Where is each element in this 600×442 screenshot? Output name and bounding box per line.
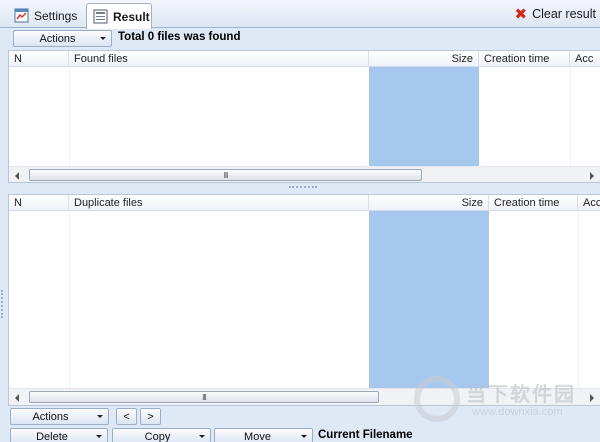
scrollbar-grip: III	[223, 170, 229, 180]
watermark: 当下软件园 www.downxia.com	[414, 374, 600, 428]
horizontal-scrollbar[interactable]: III	[9, 166, 600, 182]
close-icon: ✖	[514, 5, 528, 23]
scrollbar-thumb[interactable]: III	[29, 169, 422, 181]
clear-result-button[interactable]: ✖ Clear result	[515, 5, 597, 23]
chevron-down-icon	[96, 435, 102, 438]
scrollbar-thumb[interactable]: III	[29, 391, 379, 403]
column-header-duplicate-files[interactable]: Duplicate files	[69, 195, 369, 211]
scroll-left-icon[interactable]	[15, 172, 19, 180]
found-grid-header: N Found files Size Creation time Acc	[9, 51, 600, 67]
prev-label: <	[123, 410, 130, 423]
actions-dropdown-bottom[interactable]: Actions	[10, 408, 109, 425]
column-header-acc[interactable]: Acc	[578, 195, 600, 211]
move-label: Move	[244, 430, 271, 442]
column-header-acc[interactable]: Acc	[570, 51, 600, 67]
duplicate-grid-header: N Duplicate files Size Creation time Acc	[9, 195, 600, 211]
prev-button[interactable]: <	[116, 408, 137, 425]
found-status-text: Total 0 files was found	[118, 31, 241, 43]
column-header-found-files[interactable]: Found files	[69, 51, 369, 67]
watermark-cn-text: 当下软件园	[466, 384, 576, 406]
column-header-size[interactable]: Size	[369, 51, 479, 67]
column-header-n[interactable]: N	[9, 195, 69, 211]
column-header-n[interactable]: N	[9, 51, 69, 67]
found-files-grid: N Found files Size Creation time Acc III	[8, 50, 600, 183]
next-button[interactable]: >	[140, 408, 161, 425]
column-header-creation-time[interactable]: Creation time	[489, 195, 578, 211]
settings-icon	[14, 8, 29, 23]
side-splitter[interactable]	[1, 290, 3, 318]
column-header-creation-time[interactable]: Creation time	[479, 51, 570, 67]
scroll-left-icon[interactable]	[15, 394, 19, 402]
size-column-highlight	[369, 211, 489, 389]
result-icon	[93, 9, 108, 24]
chevron-down-icon	[301, 435, 307, 438]
tab-result-label: Result	[113, 9, 150, 24]
tab-bar: Settings Result ✖ Clear result	[0, 0, 600, 29]
actions-dropdown-top[interactable]: Actions	[13, 30, 112, 47]
actions-label: Actions	[32, 410, 69, 423]
scroll-right-icon[interactable]	[590, 172, 594, 180]
watermark-url-text: www.downxia.com	[472, 406, 563, 418]
tab-settings[interactable]: Settings	[8, 3, 84, 28]
move-dropdown[interactable]: Move	[214, 428, 313, 442]
size-column-highlight	[369, 67, 479, 167]
actions-label: Actions	[39, 32, 76, 45]
scrollbar-grip: III	[202, 392, 207, 402]
delete-dropdown[interactable]: Delete	[10, 428, 108, 442]
current-filename-label: Current Filename	[318, 429, 413, 441]
delete-label: Delete	[36, 430, 68, 442]
chevron-down-icon	[97, 415, 103, 418]
column-header-size[interactable]: Size	[369, 195, 489, 211]
tab-result[interactable]: Result	[86, 3, 152, 29]
copy-dropdown[interactable]: Copy	[112, 428, 211, 442]
chevron-down-icon	[199, 435, 205, 438]
watermark-logo-icon	[414, 376, 460, 422]
panel-splitter[interactable]	[289, 186, 317, 188]
tab-settings-label: Settings	[34, 8, 78, 23]
copy-label: Copy	[144, 430, 171, 442]
next-label: >	[147, 410, 154, 423]
chevron-down-icon	[100, 37, 106, 40]
clear-result-label: Clear result	[532, 7, 596, 21]
